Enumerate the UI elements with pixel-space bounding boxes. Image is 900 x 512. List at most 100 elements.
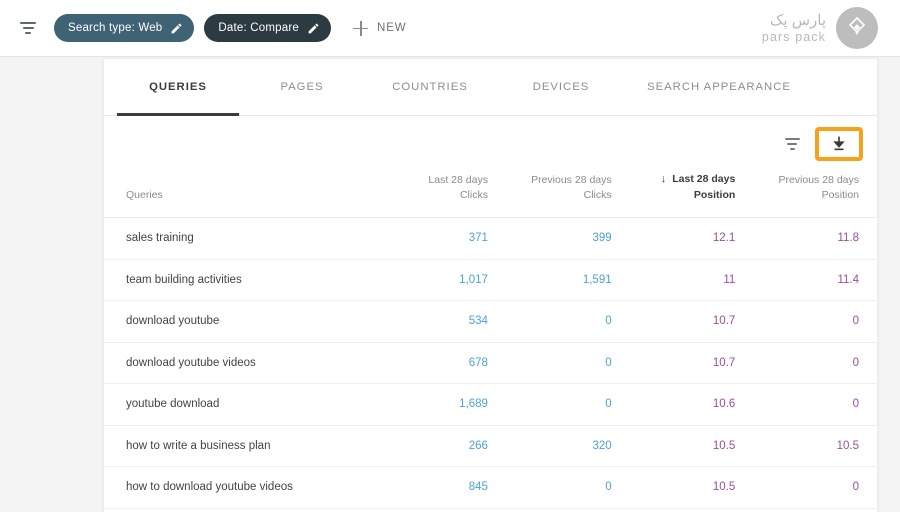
column-header-clicks-prev-metric: Clicks: [583, 188, 612, 201]
filter-bar-2: [787, 143, 797, 145]
column-header-position-last-period: Last 28 days: [672, 173, 736, 185]
cell-clicks-last: 266: [386, 425, 506, 468]
column-header-queries[interactable]: Queries: [104, 172, 387, 219]
tab-search-appearance[interactable]: SEARCH APPEARANCE: [624, 59, 814, 116]
table-actions: [104, 116, 877, 172]
table-row[interactable]: how to download youtube videos 845 0 10.…: [104, 466, 877, 509]
pencil-icon: [172, 23, 182, 33]
report-card: QUERIES PAGES COUNTRIES DEVICES SEARCH A…: [103, 58, 878, 512]
tab-devices[interactable]: DEVICES: [498, 59, 624, 116]
tab-countries-label: COUNTRIES: [392, 80, 468, 93]
download-button[interactable]: [815, 127, 863, 161]
filter-bar-1: [784, 138, 800, 141]
chip-date-compare-label: Date: Compare: [218, 22, 299, 34]
chip-search-type-label: Search type: Web: [68, 22, 163, 34]
cell-clicks-prev: 0: [505, 300, 630, 343]
table-row[interactable]: team building activities 1,017 1,591 11 …: [104, 259, 877, 302]
column-header-position-prev[interactable]: Previous 28 days Position: [753, 172, 877, 219]
cell-position-last: 10.6: [629, 383, 754, 426]
cell-clicks-prev: 0: [505, 383, 630, 426]
table-row[interactable]: sales training 371 399 12.1 11.8: [104, 217, 877, 260]
diamond-logo-icon: [836, 7, 878, 49]
cell-query: youtube download: [104, 383, 387, 426]
sort-descending-icon: ↓: [660, 173, 667, 185]
column-header-queries-label: Queries: [126, 188, 163, 201]
cell-position-prev: 11.4: [753, 259, 877, 302]
table-row[interactable]: how to write a business plan 266 320 10.…: [104, 425, 877, 468]
cell-position-last: 10.5: [629, 425, 754, 468]
cell-position-prev: 0: [753, 383, 877, 426]
cell-query: team building activities: [104, 259, 387, 302]
cell-position-prev: 10.5: [753, 425, 877, 468]
column-header-position-last-metric: Position: [693, 188, 736, 201]
filter-bar-2: [22, 27, 34, 29]
column-header-clicks-prev[interactable]: Previous 28 days Clicks: [505, 172, 630, 219]
cell-clicks-prev: 1,591: [505, 259, 630, 302]
cell-clicks-last: 1,017: [386, 259, 506, 302]
tab-queries-label: QUERIES: [149, 80, 207, 93]
brand-text: پارس پک pars pack: [762, 13, 826, 44]
tab-bar: QUERIES PAGES COUNTRIES DEVICES SEARCH A…: [104, 59, 877, 116]
queries-table: Queries Last 28 days Clicks Previous 28 …: [104, 172, 877, 509]
app-root: Search type: Web Date: Compare NEW پارس …: [0, 0, 900, 512]
cell-position-prev: 0: [753, 466, 877, 509]
chip-search-type[interactable]: Search type: Web: [54, 14, 195, 42]
tab-pages-label: PAGES: [280, 80, 324, 93]
column-header-position-last[interactable]: ↓ Last 28 days Position: [629, 172, 754, 219]
cell-position-last: 10.5: [629, 466, 754, 509]
cell-query: how to write a business plan: [104, 425, 387, 468]
cell-clicks-prev: 0: [505, 466, 630, 509]
add-new-label: NEW: [377, 22, 407, 34]
cell-query: download youtube: [104, 300, 387, 343]
cell-clicks-last: 534: [386, 300, 506, 343]
filter-bar-1: [20, 22, 36, 24]
cell-query: how to download youtube videos: [104, 466, 387, 509]
cell-position-last: 10.7: [629, 300, 754, 343]
top-toolbar: Search type: Web Date: Compare NEW پارس …: [0, 0, 900, 57]
tab-devices-label: DEVICES: [532, 80, 590, 93]
cell-position-prev: 11.8: [753, 217, 877, 260]
column-header-clicks-last[interactable]: Last 28 days Clicks: [386, 172, 506, 219]
cell-clicks-last: 1,689: [386, 383, 506, 426]
column-header-position-prev-period: Previous 28 days: [778, 173, 859, 186]
pencil-icon: [308, 23, 319, 33]
tab-countries[interactable]: COUNTRIES: [362, 59, 498, 116]
table-row[interactable]: download youtube 534 0 10.7 0: [104, 300, 877, 343]
column-header-clicks-last-metric: Clicks: [459, 188, 488, 201]
brand-name-persian: پارس پک: [769, 11, 826, 29]
column-header-clicks-prev-period: Previous 28 days: [531, 173, 612, 186]
cell-position-prev: 0: [753, 342, 877, 385]
filter-icon[interactable]: [14, 14, 42, 42]
cell-position-last: 10.7: [629, 342, 754, 385]
filter-bar-3: [25, 32, 31, 34]
cell-clicks-last: 845: [386, 466, 506, 509]
table-row[interactable]: youtube download 1,689 0 10.6 0: [104, 383, 877, 426]
cell-clicks-prev: 0: [505, 342, 630, 385]
add-new-button[interactable]: NEW: [353, 20, 407, 36]
tab-search-appearance-label: SEARCH APPEARANCE: [647, 80, 791, 93]
column-header-position-last-period-wrap: ↓ Last 28 days: [630, 172, 736, 188]
tab-pages[interactable]: PAGES: [242, 59, 362, 116]
filter-icon[interactable]: [779, 131, 805, 157]
plus-icon: [353, 20, 368, 36]
chip-date-compare[interactable]: Date: Compare: [204, 14, 331, 42]
cell-position-last: 11: [629, 259, 754, 302]
table-row[interactable]: download youtube videos 678 0 10.7 0: [104, 342, 877, 385]
cell-clicks-last: 371: [386, 217, 506, 260]
tab-queries[interactable]: QUERIES: [114, 59, 242, 116]
column-header-clicks-last-period: Last 28 days: [428, 173, 488, 186]
cell-position-prev: 0: [753, 300, 877, 343]
table-head: Queries Last 28 days Clicks Previous 28 …: [104, 172, 877, 219]
cell-query: download youtube videos: [104, 342, 387, 385]
cell-query: sales training: [104, 217, 387, 260]
table-header-row: Queries Last 28 days Clicks Previous 28 …: [104, 172, 877, 219]
cell-clicks-last: 678: [386, 342, 506, 385]
cell-clicks-prev: 320: [505, 425, 630, 468]
brand-logo: پارس پک pars pack: [762, 7, 878, 49]
cell-clicks-prev: 399: [505, 217, 630, 260]
column-header-position-prev-metric: Position: [821, 188, 859, 201]
cell-position-last: 12.1: [629, 217, 754, 260]
download-icon: [833, 136, 845, 151]
brand-name-latin: pars pack: [761, 29, 826, 44]
filter-bar-3: [789, 147, 795, 150]
